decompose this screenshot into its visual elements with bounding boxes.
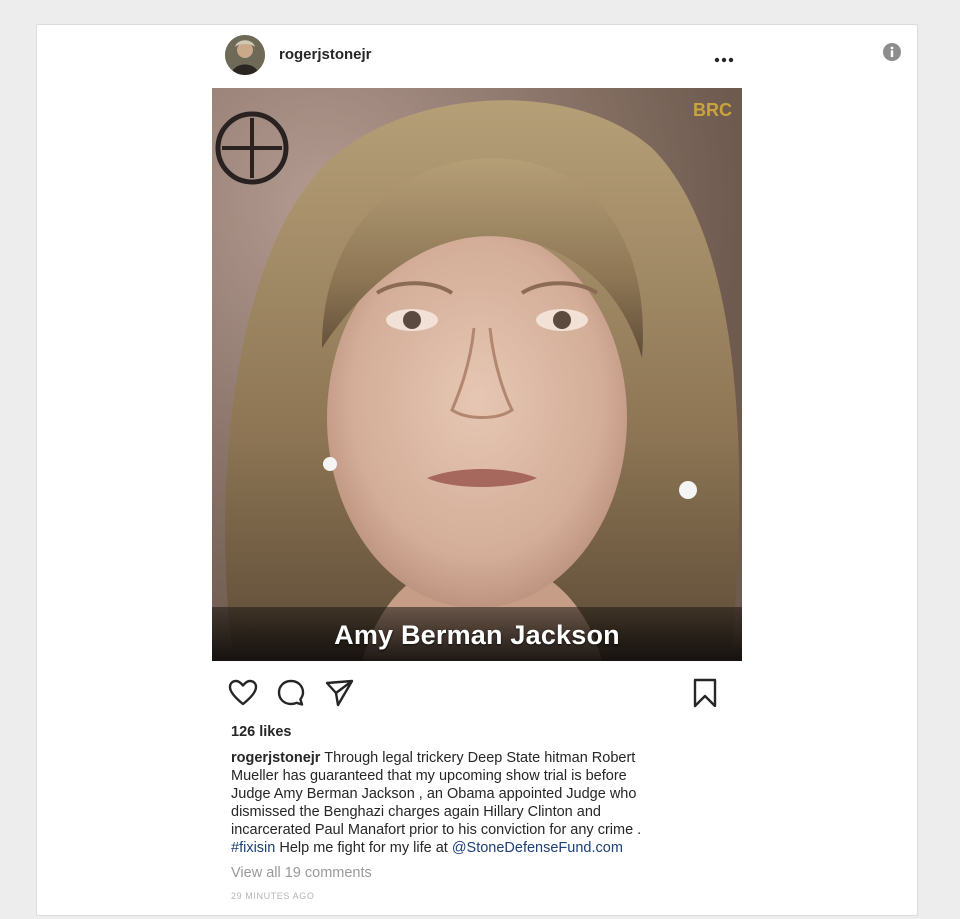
image-watermark: BRC [693, 100, 732, 120]
caption-text-3: Judge Amy Berman Jackson , an Obama appo… [231, 786, 637, 802]
caption-text-5: incarcerated Paul Manafort prior to his … [231, 822, 642, 838]
hashtag-link[interactable]: #fixisin [231, 840, 275, 856]
view-comments-link[interactable]: View all 19 comments [231, 865, 372, 881]
mention-link[interactable]: @StoneDefenseFund.com [452, 840, 623, 856]
info-icon[interactable] [883, 43, 901, 61]
post-username[interactable]: rogerjstonejr [279, 46, 372, 63]
post-actions [227, 677, 727, 711]
caption-text-4: dismissed the Benghazi charges again Hil… [231, 804, 601, 820]
post-header: rogerjstonejr [225, 35, 757, 75]
caption-text-2: Mueller has guaranteed that my upcoming … [231, 768, 627, 784]
comment-bubble-icon[interactable] [275, 677, 307, 709]
likes-count[interactable]: 126 likes [231, 724, 291, 740]
paper-plane-icon[interactable] [323, 677, 355, 709]
caption-text-1: Through legal trickery Deep State hitman… [324, 750, 636, 766]
caption-text-6: Help me fight for my life at [279, 840, 448, 856]
post-caption: rogerjstonejr Through legal trickery Dee… [231, 749, 731, 857]
avatar[interactable] [225, 35, 265, 75]
post-timestamp: 29 MINUTES AGO [231, 891, 315, 901]
image-caption: Amy Berman Jackson [334, 620, 620, 650]
post-image[interactable]: BRC Amy Berman Jackson [212, 88, 742, 661]
heart-icon[interactable] [227, 677, 259, 709]
more-options-icon[interactable] [713, 51, 735, 63]
image-caption-bar: Amy Berman Jackson [212, 607, 742, 661]
caption-username[interactable]: rogerjstonejr [231, 750, 320, 766]
bookmark-icon[interactable] [689, 677, 721, 709]
post-card: rogerjstonejr BRC Amy Berman Jackson 126… [36, 24, 918, 916]
